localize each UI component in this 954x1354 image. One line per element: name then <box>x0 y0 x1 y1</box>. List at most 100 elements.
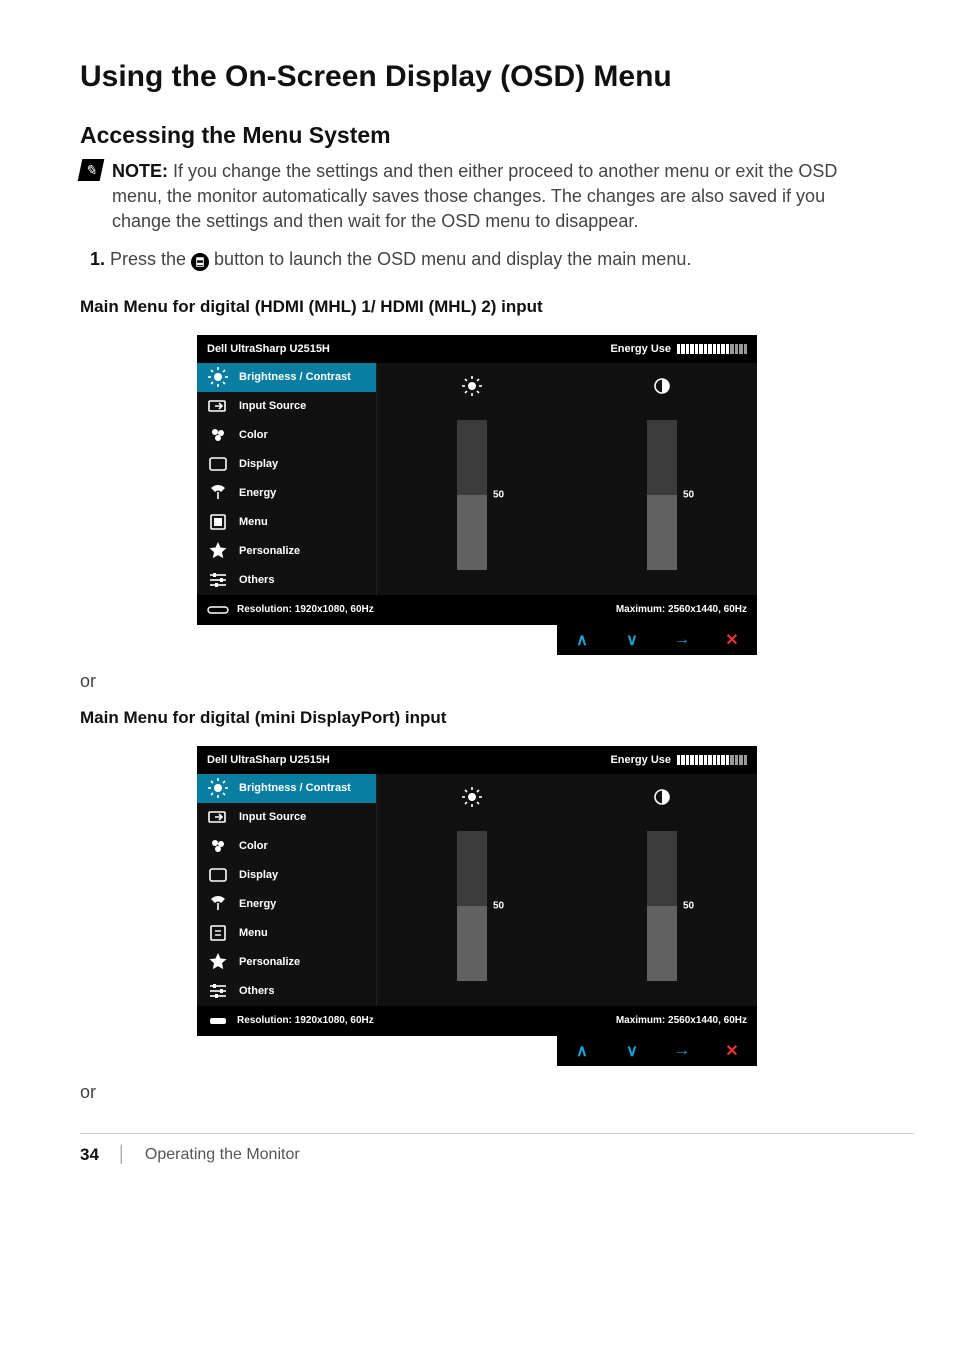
step-1: Press the button to launch the OSD menu … <box>110 247 874 272</box>
energy-meter-icon <box>677 755 747 765</box>
energy-meter-icon <box>677 344 747 354</box>
contrast-bar[interactable]: 50 <box>647 831 677 981</box>
menu-item-menu[interactable]: Menu <box>197 919 376 948</box>
menu-label: Energy <box>239 487 276 499</box>
brightness-icon <box>207 366 229 388</box>
note-block: ✎ NOTE: If you change the settings and t… <box>80 159 874 233</box>
brightness-pane-icon <box>461 373 483 399</box>
contrast-pane-icon <box>651 373 673 399</box>
mdp-section-label: Main Menu for digital (mini DisplayPort)… <box>80 708 874 728</box>
display-icon <box>207 864 229 886</box>
menu-label: Brightness / Contrast <box>239 371 351 383</box>
note-icon: ✎ <box>78 159 105 181</box>
menu-item-energy[interactable]: Energy <box>197 479 376 508</box>
contrast-bar[interactable]: 50 <box>647 420 677 570</box>
energy-use-label: Energy Use <box>610 754 671 766</box>
osd-titlebar: Dell UltraSharp U2515H Energy Use <box>197 335 757 363</box>
menu-item-brightness[interactable]: Brightness / Contrast <box>197 774 376 803</box>
osd-hdmi: Dell UltraSharp U2515H Energy Use Bright… <box>197 335 757 655</box>
maximum-text: Maximum: 2560x1440, 60Hz <box>616 604 747 615</box>
menu-label: Color <box>239 840 268 852</box>
menu-item-color[interactable]: Color <box>197 832 376 861</box>
brightness-pane: 50 <box>377 774 567 1006</box>
contrast-value: 50 <box>683 489 694 500</box>
osd-mdp: Dell UltraSharp U2515H Energy Use Bright… <box>197 746 757 1066</box>
menu-item-display[interactable]: Display <box>197 450 376 479</box>
brightness-icon <box>207 777 229 799</box>
page-title: Using the On-Screen Display (OSD) Menu <box>80 60 874 94</box>
menu-item-others[interactable]: Others <box>197 977 376 1006</box>
menu-label: Input Source <box>239 811 306 823</box>
menu-label: Menu <box>239 927 268 939</box>
resolution-text: Resolution: 1920x1080, 60Hz <box>237 1015 374 1026</box>
menu-label: Color <box>239 429 268 441</box>
menu-item-energy[interactable]: Energy <box>197 890 376 919</box>
nav-close-button[interactable]: ✕ <box>707 1036 757 1066</box>
energy-icon <box>207 893 229 915</box>
brightness-bar[interactable]: 50 <box>457 420 487 570</box>
input-icon <box>207 806 229 828</box>
step1-post: button to launch the OSD menu and displa… <box>209 249 691 269</box>
brightness-bar[interactable]: 50 <box>457 831 487 981</box>
menu-item-personalize[interactable]: Personalize <box>197 948 376 977</box>
nav-buttons: ∧ ∨ → ✕ <box>557 625 757 655</box>
brightness-value: 50 <box>493 900 504 911</box>
menu-label: Others <box>239 574 274 586</box>
menu-label: Brightness / Contrast <box>239 782 351 794</box>
menu-item-others[interactable]: Others <box>197 566 376 595</box>
nav-enter-button[interactable]: → <box>657 1036 707 1066</box>
nav-down-button[interactable]: ∨ <box>607 1036 657 1066</box>
menu-label: Personalize <box>239 956 300 968</box>
color-icon <box>207 835 229 857</box>
star-icon <box>207 540 229 562</box>
contrast-pane: 50 <box>567 774 757 1006</box>
energy-use-label: Energy Use <box>610 343 671 355</box>
section-subtitle: Accessing the Menu System <box>80 122 874 149</box>
maximum-text: Maximum: 2560x1440, 60Hz <box>616 1015 747 1026</box>
menu-icon <box>207 922 229 944</box>
page-number: 34 <box>80 1145 99 1165</box>
menu-item-input[interactable]: Input Source <box>197 803 376 832</box>
step1-pre: Press the <box>110 249 191 269</box>
nav-enter-button[interactable]: → <box>657 625 707 655</box>
menu-label: Energy <box>239 898 276 910</box>
osd-titlebar: Dell UltraSharp U2515H Energy Use <box>197 746 757 774</box>
or-text-1: or <box>80 671 874 692</box>
nav-down-button[interactable]: ∨ <box>607 625 657 655</box>
menu-item-brightness[interactable]: Brightness / Contrast <box>197 363 376 392</box>
brightness-pane: 50 <box>377 363 567 595</box>
contrast-pane-icon <box>651 784 673 810</box>
page-footer: 34 │ Operating the Monitor <box>80 1133 874 1165</box>
star-icon <box>207 951 229 973</box>
display-icon <box>207 453 229 475</box>
menu-item-display[interactable]: Display <box>197 861 376 890</box>
menu-label: Display <box>239 458 278 470</box>
osd-statusbar: Resolution: 1920x1080, 60Hz Maximum: 256… <box>197 595 757 625</box>
hdmi-section-label: Main Menu for digital (HDMI (MHL) 1/ HDM… <box>80 297 874 317</box>
nav-buttons: ∧ ∨ → ✕ <box>557 1036 757 1066</box>
brightness-value: 50 <box>493 489 504 500</box>
menu-item-input[interactable]: Input Source <box>197 392 376 421</box>
menu-item-personalize[interactable]: Personalize <box>197 537 376 566</box>
color-icon <box>207 424 229 446</box>
sliders-icon <box>207 980 229 1002</box>
nav-up-button[interactable]: ∧ <box>557 625 607 655</box>
menu-item-color[interactable]: Color <box>197 421 376 450</box>
steps-list: Press the button to launch the OSD menu … <box>110 247 874 272</box>
menu-button-icon <box>191 253 209 271</box>
menu-label: Others <box>239 985 274 997</box>
brightness-pane-icon <box>461 784 483 810</box>
nav-up-button[interactable]: ∧ <box>557 1036 607 1066</box>
resolution-text: Resolution: 1920x1080, 60Hz <box>237 604 374 615</box>
menu-label: Personalize <box>239 545 300 557</box>
footer-text: Operating the Monitor <box>145 1146 300 1164</box>
input-icon <box>207 395 229 417</box>
osd-menu-column: Brightness / Contrast Input Source Color… <box>197 363 377 595</box>
menu-label: Menu <box>239 516 268 528</box>
osd-statusbar: Resolution: 1920x1080, 60Hz Maximum: 256… <box>197 1006 757 1036</box>
nav-close-button[interactable]: ✕ <box>707 625 757 655</box>
menu-item-menu[interactable]: Menu <box>197 508 376 537</box>
contrast-pane: 50 <box>567 363 757 595</box>
contrast-value: 50 <box>683 900 694 911</box>
osd-title: Dell UltraSharp U2515H <box>207 343 330 355</box>
